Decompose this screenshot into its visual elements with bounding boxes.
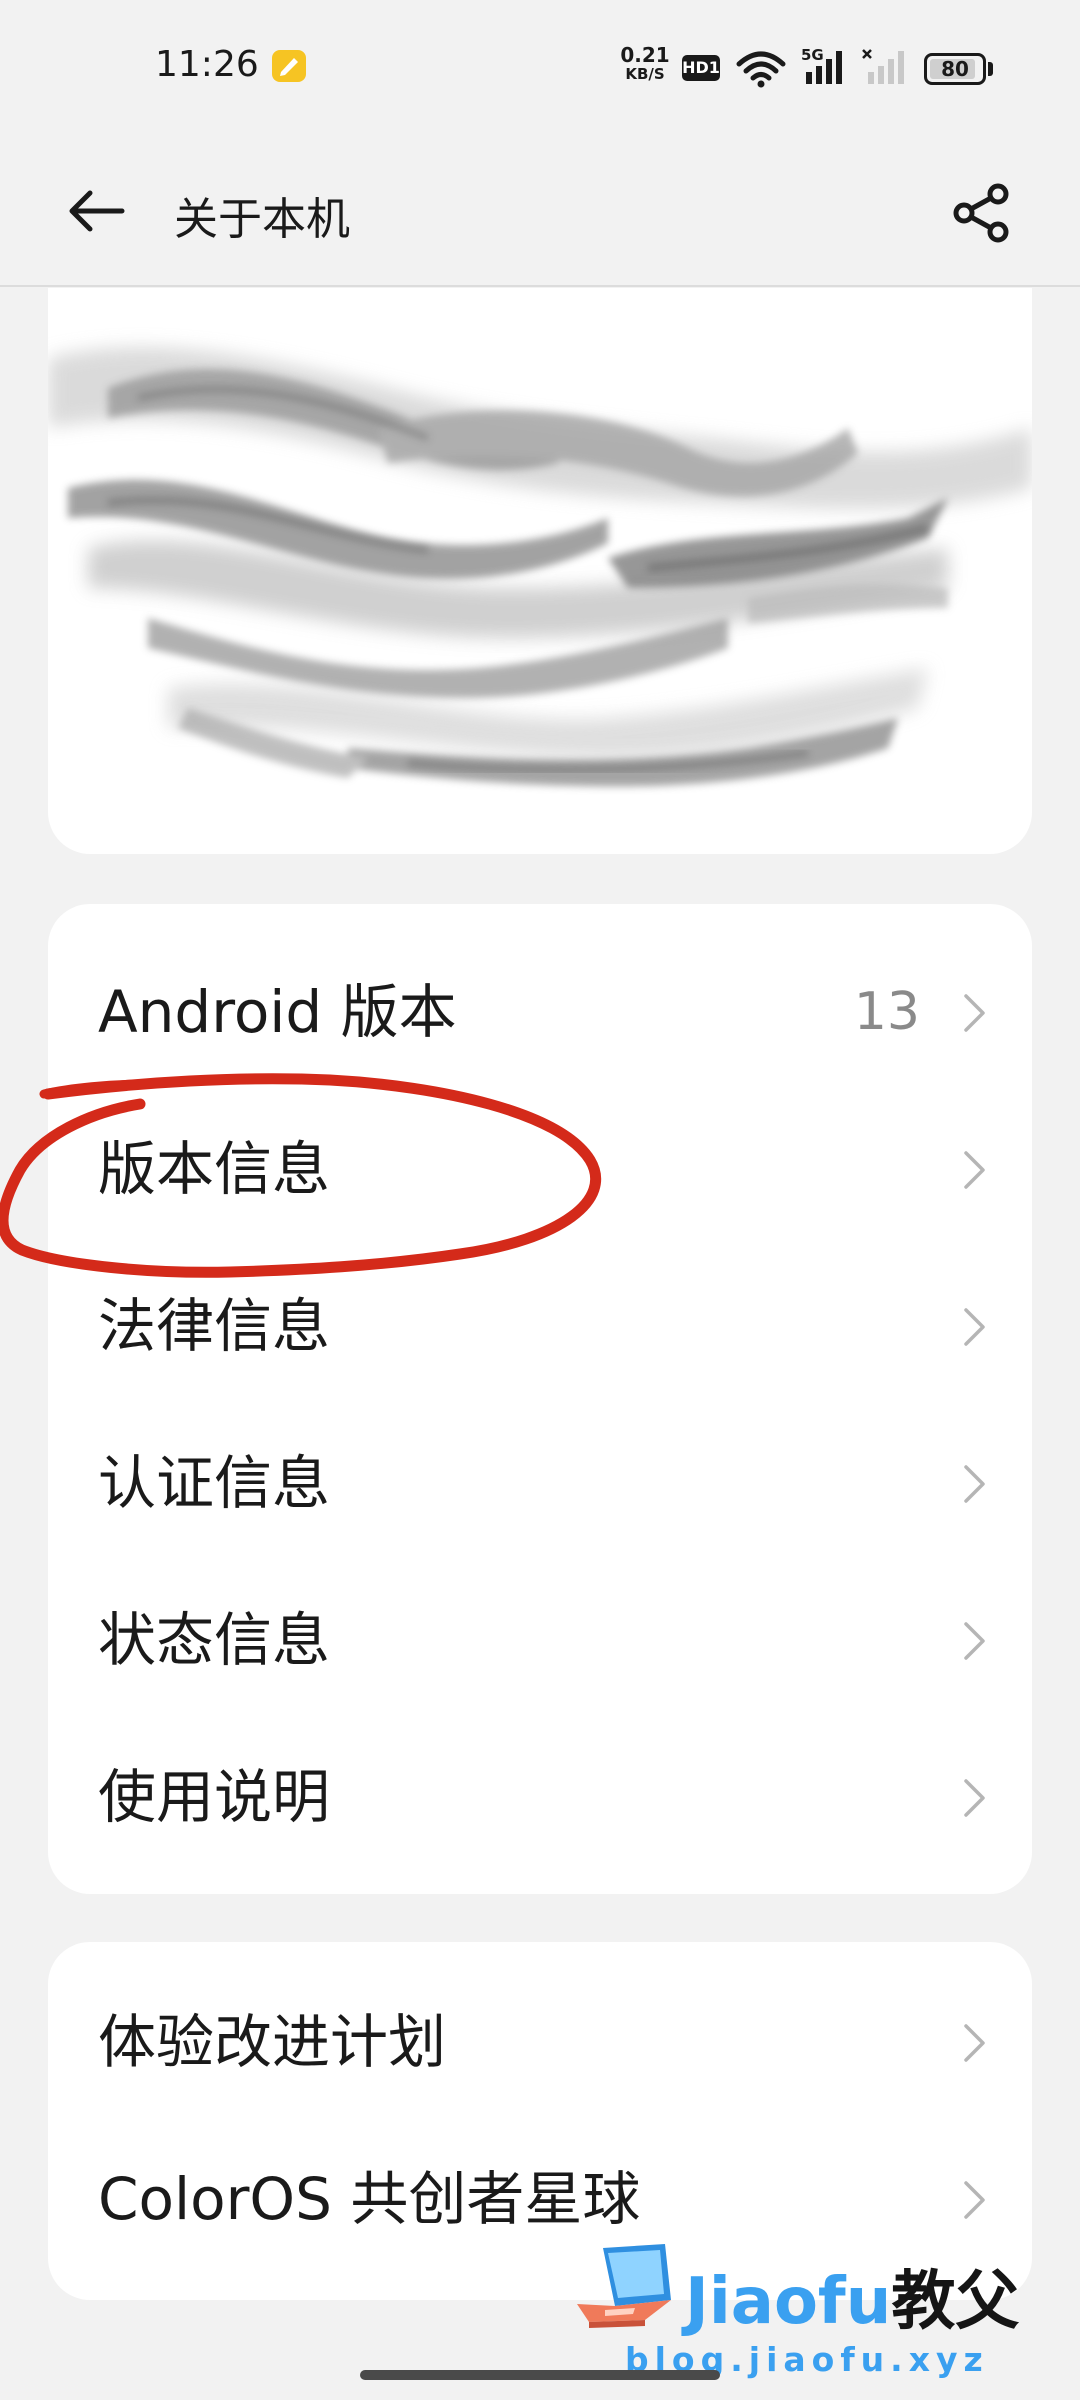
app-bar: 关于本机 [0, 135, 1080, 287]
android-version-value: 13 [853, 982, 920, 1042]
chevron-right-icon [964, 2181, 985, 2219]
signal-sim2-icon [862, 49, 904, 84]
list-item-experience-program[interactable]: 体验改进计划 [48, 1964, 1032, 2121]
chevron-right-icon [964, 2024, 985, 2062]
battery-level: 80 [941, 57, 969, 81]
chevron-right-icon [964, 1622, 985, 1660]
coloros-brand-artwork [48, 347, 1032, 787]
laptop-logo-icon [577, 2244, 671, 2328]
home-indicator[interactable] [360, 2370, 720, 2380]
wifi-icon [736, 51, 786, 88]
red-circle-annotation [0, 1073, 602, 1278]
signal-5g-label: 5G [801, 46, 824, 64]
watermark: Jiaofu教父 blog.jiaofu.xyz [575, 2240, 1019, 2390]
chevron-right-icon [964, 1779, 985, 1817]
list-item-label: 状态信息 [98, 1606, 331, 1674]
network-speed: 0.21 KB/S [620, 43, 670, 84]
list-item-label: 体验改进计划 [98, 2008, 447, 2076]
chevron-right-icon [964, 1308, 985, 1346]
chevron-right-icon [964, 994, 985, 1032]
list-item-label: ColorOS 共创者星球 [98, 2165, 641, 2233]
network-speed-value: 0.21 [620, 43, 670, 67]
list-item-label: 使用说明 [98, 1763, 331, 1831]
network-speed-unit: KB/S [625, 65, 665, 83]
chevron-right-icon [964, 1465, 985, 1503]
status-bar: 11:26 0.21 KB/S HD1 5G 80 [0, 0, 1080, 135]
status-time: 11:26 [155, 44, 259, 85]
device-hero-artwork [48, 288, 1032, 854]
list-item-certification-info[interactable]: 认证信息 [48, 1405, 1032, 1562]
list-item-label: 认证信息 [98, 1449, 331, 1517]
list-item-user-guide[interactable]: 使用说明 [48, 1719, 1032, 1876]
hd-voice-icon: HD1 [682, 55, 720, 81]
watermark-brand: Jiaofu教父 [685, 2250, 1019, 2342]
watermark-brand-latin: Jiaofu [685, 2265, 892, 2339]
page-title: 关于本机 [174, 194, 350, 245]
list-item-status-info[interactable]: 状态信息 [48, 1562, 1032, 1719]
battery-icon: 80 [924, 53, 986, 85]
share-icon[interactable] [950, 181, 1014, 245]
chevron-right-icon [964, 1151, 985, 1189]
notes-notification-icon [272, 50, 306, 82]
watermark-brand-cn: 教父 [891, 2265, 1020, 2339]
signal-5g-icon: 5G [801, 46, 842, 84]
back-arrow-icon[interactable] [62, 185, 130, 237]
about-info-card: Android 版本 13 版本信息 法律信息 认证信息 状态信息 使用说明 [48, 904, 1032, 1894]
